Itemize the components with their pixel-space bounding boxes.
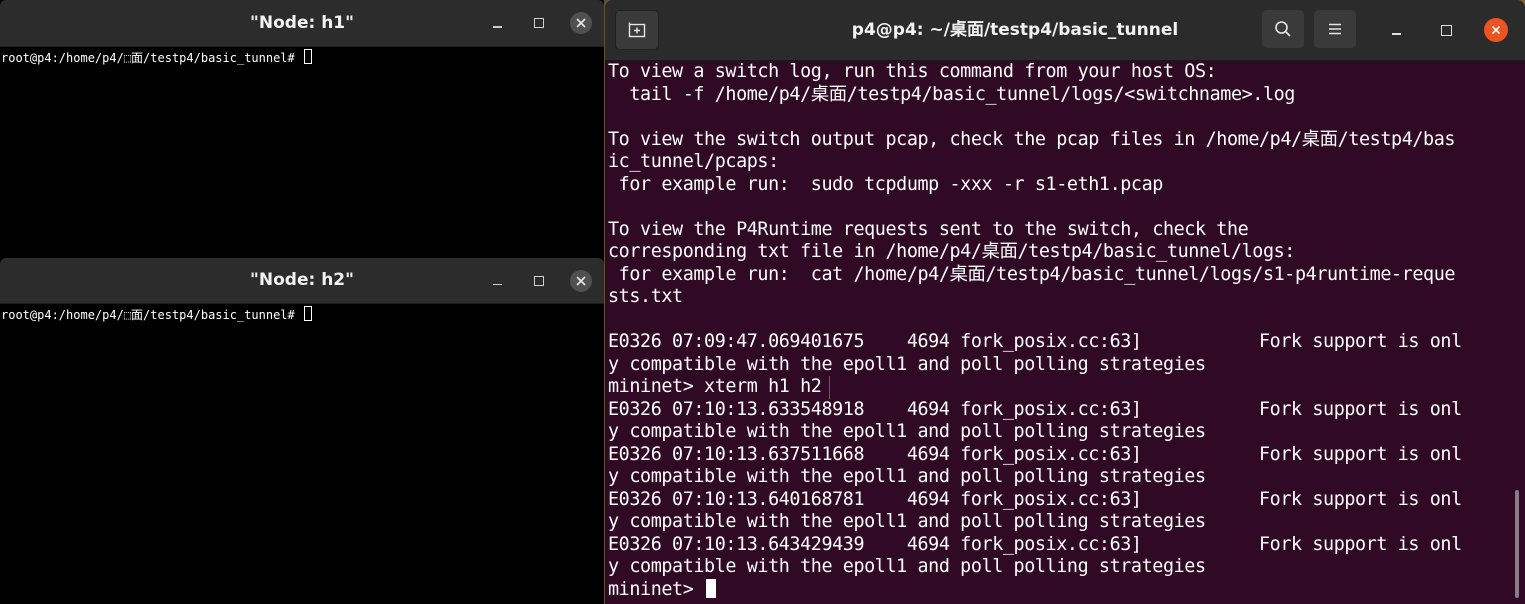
- output-line: E0326 07:10:13.637511668 4694 fork_posix…: [608, 443, 1462, 465]
- maximize-button[interactable]: [524, 258, 554, 303]
- output-line: y compatible with the epoll1 and poll po…: [608, 466, 1206, 487]
- xterm-titlebar-h1[interactable]: "Node: h1": [0, 0, 604, 47]
- search-icon: [1275, 21, 1291, 37]
- gnome-terminal-window[interactable]: p4@p4: ~/桌面/testp4/basic_tunnel To view …: [605, 0, 1525, 604]
- close-icon: [570, 269, 592, 292]
- search-button[interactable]: [1262, 10, 1304, 48]
- desktop: "Node: h1" root@p4:/home/p4/⬚面/testp4/ba…: [0, 0, 1525, 604]
- terminal-output[interactable]: To view a switch log, run this command f…: [608, 61, 1513, 601]
- scrollbar[interactable]: [1515, 490, 1519, 598]
- window-title: "Node: h1": [250, 13, 354, 33]
- close-button[interactable]: [1481, 15, 1511, 45]
- maximize-button[interactable]: [1431, 15, 1461, 45]
- close-button[interactable]: [566, 0, 596, 46]
- new-tab-button[interactable]: [615, 10, 659, 50]
- text-cursor: [304, 49, 312, 64]
- output-line: E0326 07:10:13.633548918 4694 fork_posix…: [608, 398, 1462, 420]
- output-line: E0326 07:10:13.640168781 4694 fork_posix…: [608, 488, 1462, 510]
- minimize-button[interactable]: [482, 258, 512, 303]
- output-line: E0326 07:09:47.069401675 4694 fork_posix…: [608, 331, 1462, 352]
- output-line: y compatible with the epoll1 and poll po…: [608, 556, 1206, 577]
- minimize-button[interactable]: [1381, 15, 1411, 45]
- output-line: To view the P4Runtime requests sent to t…: [608, 218, 1249, 240]
- terminal-headerbar[interactable]: p4@p4: ~/桌面/testp4/basic_tunnel: [605, 0, 1525, 61]
- maximize-button[interactable]: [524, 0, 554, 46]
- output-line: corresponding txt file in /home/p4/桌面/te…: [608, 241, 1295, 262]
- minimize-icon: [1391, 33, 1401, 35]
- highlighted-command: mininet> xterm h1 h2: [608, 376, 831, 399]
- new-tab-icon: [628, 22, 646, 38]
- output-line: y compatible with the epoll1 and poll po…: [608, 511, 1206, 532]
- close-button[interactable]: [566, 258, 596, 303]
- prompt-line[interactable]: mininet>: [608, 578, 1513, 602]
- minimize-button[interactable]: [482, 0, 512, 46]
- hamburger-menu-icon: [1329, 23, 1341, 35]
- menu-button[interactable]: [1314, 10, 1356, 48]
- maximize-icon: [1440, 24, 1452, 36]
- minimize-icon: [492, 283, 502, 286]
- window-title: p4@p4: ~/桌面/testp4/basic_tunnel: [851, 20, 1179, 40]
- minimize-icon: [492, 26, 502, 28]
- close-icon: [1484, 18, 1508, 42]
- xterm-terminal-area[interactable]: root@p4:/home/p4/⬚面/testp4/basic_tunnel#: [0, 304, 604, 323]
- shell-prompt: root@p4:/home/p4/⬚面/testp4/basic_tunnel#: [1, 51, 302, 65]
- maximize-icon: [534, 18, 544, 28]
- output-line: tail -f /home/p4/桌面/testp4/basic_tunnel/…: [608, 83, 1295, 105]
- output-line: E0326 07:10:13.643429439 4694 fork_posix…: [608, 533, 1462, 555]
- output-line: To view a switch log, run this command f…: [608, 61, 1217, 82]
- command-line: mininet> xterm h1 h2: [608, 376, 1513, 399]
- output-line: for example run: sudo tcpdump -xxx -r s1…: [608, 173, 1164, 195]
- output-line: y compatible with the epoll1 and poll po…: [608, 421, 1206, 442]
- xterm-titlebar-h2[interactable]: "Node: h2": [0, 258, 604, 304]
- mininet-prompt: mininet>: [608, 578, 705, 600]
- output-line: y compatible with the epoll1 and poll po…: [608, 353, 1206, 375]
- xterm-terminal-area[interactable]: root@p4:/home/p4/⬚面/testp4/basic_tunnel#: [0, 47, 604, 66]
- maximize-icon: [534, 275, 544, 286]
- window-title: "Node: h2": [250, 270, 354, 290]
- output-line: ic_tunnel/pcaps:: [608, 151, 779, 172]
- xterm-window-h2[interactable]: "Node: h2" root@p4:/home/p4/⬚面/testp4/ba…: [0, 258, 604, 604]
- output-line: To view the switch output pcap, check th…: [608, 128, 1456, 150]
- close-icon: [570, 12, 592, 34]
- output-line: for example run: cat /home/p4/桌面/testp4/…: [608, 263, 1456, 285]
- output-line: sts.txt: [608, 286, 683, 307]
- text-cursor: [304, 306, 312, 321]
- shell-prompt: root@p4:/home/p4/⬚面/testp4/basic_tunnel#: [1, 308, 302, 322]
- text-cursor: [706, 578, 717, 598]
- xterm-window-h1[interactable]: "Node: h1" root@p4:/home/p4/⬚面/testp4/ba…: [0, 0, 604, 258]
